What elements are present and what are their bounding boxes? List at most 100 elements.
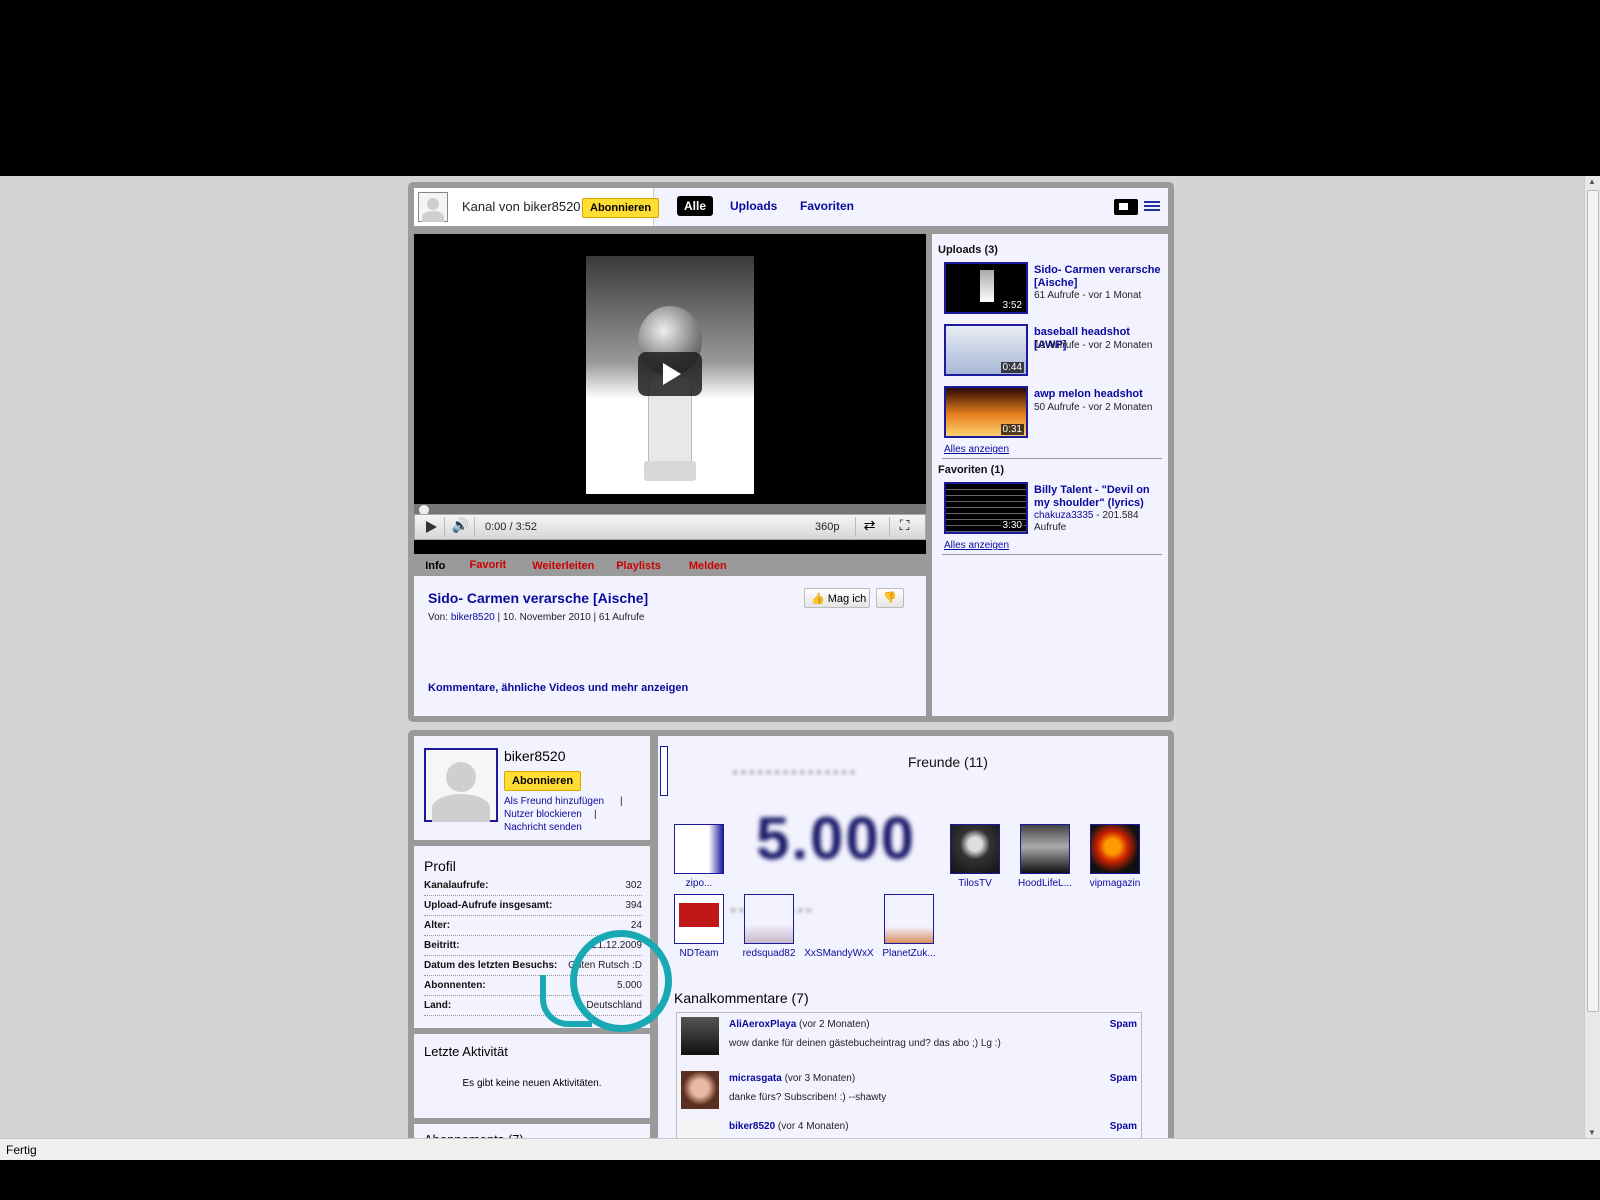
favorite-item[interactable]: 3:30 Billy Talent - "Devil on my shoulde…: [944, 482, 1162, 536]
upload-item[interactable]: 0:44 baseball headshot [AWP] 10 Aufrufe …: [944, 324, 1162, 378]
show-all-uploads-link[interactable]: Alles anzeigen: [944, 444, 1009, 455]
activity-title: Letzte Aktivität: [424, 1044, 508, 1059]
friend-thumbnail[interactable]: [674, 824, 724, 874]
comment-author-link[interactable]: biker8520: [729, 1121, 775, 1132]
volume-icon[interactable]: 🔊: [447, 517, 475, 537]
quality-selector[interactable]: 360p: [815, 521, 839, 541]
activity-box: Letzte Aktivität Es gibt keine neuen Akt…: [414, 1034, 650, 1118]
video-thumbnail[interactable]: 0:44: [944, 324, 1028, 376]
divider: [942, 554, 1162, 555]
friend-item[interactable]: vipmagazin: [1080, 824, 1150, 889]
scroll-down-icon[interactable]: ▼: [1588, 1128, 1596, 1137]
scrollbar-thumb[interactable]: [1587, 190, 1599, 1012]
tab-favorites[interactable]: Favoriten: [800, 199, 854, 213]
user-name: biker8520: [504, 748, 566, 764]
friend-item[interactable]: HoodLifeL...: [1010, 824, 1080, 889]
friend-thumbnail[interactable]: [814, 894, 864, 944]
spam-link[interactable]: Spam: [1110, 1019, 1137, 1030]
blurred-dots: ▪▪▪▪▪▪▪▪▪▪▪▪▪▪▪: [732, 762, 858, 782]
play-icon[interactable]: [417, 517, 445, 537]
video-thumbnail[interactable]: 3:52: [944, 262, 1028, 314]
more-link[interactable]: Kommentare, ähnliche Videos und mehr anz…: [428, 682, 688, 694]
tab-all[interactable]: Alle: [677, 196, 714, 216]
popout-icon[interactable]: ⇄: [855, 517, 883, 537]
player-view-icon[interactable]: [1114, 199, 1138, 215]
activity-empty-text: Es gibt keine neuen Aktivitäten.: [462, 1078, 602, 1089]
list-view-icon[interactable]: [1144, 201, 1160, 213]
comments-list[interactable]: AliAeroxPlaya (vor 2 Monaten) Spam wow d…: [676, 1012, 1142, 1156]
video-title-link[interactable]: Sido- Carmen verarsche [Aische]: [1034, 264, 1162, 290]
spam-link[interactable]: Spam: [1110, 1121, 1137, 1132]
video-title[interactable]: Sido- Carmen verarsche [Aische]: [428, 590, 648, 606]
spam-link[interactable]: Spam: [1110, 1073, 1137, 1084]
channel-avatar[interactable]: [418, 192, 448, 222]
profile-title: Profil: [424, 858, 456, 874]
friend-item[interactable]: TilosTV: [940, 824, 1010, 889]
favorite-author-link[interactable]: chakuza3335: [1034, 510, 1094, 521]
friend-thumbnail[interactable]: [1090, 824, 1140, 874]
friend-thumbnail[interactable]: [884, 894, 934, 944]
like-button[interactable]: 👍 Mag ich: [804, 588, 870, 608]
friend-thumbnail[interactable]: [950, 824, 1000, 874]
upload-item[interactable]: 3:52 Sido- Carmen verarsche [Aische] 61 …: [944, 262, 1162, 316]
channel-sidebar: Uploads (3) 3:52 Sido- Carmen verarsche …: [932, 234, 1168, 716]
status-bar: Fertig: [0, 1138, 1600, 1160]
comment-text: wow danke für deinen gästebucheintrag un…: [729, 1038, 1001, 1049]
figure-legs: [644, 461, 696, 481]
friend-item[interactable]: PlanetZuk...: [874, 894, 944, 959]
video-author-link[interactable]: biker8520: [451, 612, 495, 623]
video-title-link[interactable]: awp melon headshot: [1034, 388, 1162, 401]
comment-avatar[interactable]: [681, 1017, 719, 1055]
friend-thumbnail[interactable]: [674, 894, 724, 944]
add-friend-link[interactable]: Als Freund hinzufügen: [504, 796, 604, 807]
channel-player-panel: Kanal von biker8520 Abonnieren Alle Uplo…: [408, 182, 1174, 722]
profile-row: Upload-Aufrufe insgesamt: 394: [424, 896, 642, 916]
scroll-up-icon[interactable]: ▲: [1588, 177, 1596, 186]
video-player[interactable]: 🔊 0:00 / 3:52 360p ⇄ ⛶: [414, 234, 926, 554]
channel-header: Kanal von biker8520 Abonnieren Alle Uplo…: [414, 188, 1168, 226]
action-tabs: ℹ Info ♥ Favorit ➔ Weiterleiten ✚ Playlists …: [414, 554, 926, 574]
tab-playlists[interactable]: ✚ Playlists: [604, 559, 661, 572]
vertical-scrollbar[interactable]: ▲ ▼: [1584, 176, 1600, 1138]
annotation-circle: [570, 930, 672, 1032]
plus-icon: ✚: [604, 560, 614, 572]
send-message-link[interactable]: Nachricht senden: [504, 822, 582, 833]
tab-uploads[interactable]: Uploads: [730, 199, 777, 213]
tab-favorite[interactable]: ♥ Favorit: [460, 559, 506, 571]
user-avatar[interactable]: [424, 748, 498, 822]
comment-author-link[interactable]: micrasgata: [729, 1073, 782, 1084]
video-thumbnail[interactable]: 3:30: [944, 482, 1028, 534]
tab-report[interactable]: ⚑ Melden: [676, 559, 727, 572]
upload-item[interactable]: 0:31 awp melon headshot 50 Aufrufe - vor…: [944, 386, 1162, 440]
fullscreen-icon[interactable]: ⛶: [889, 517, 919, 537]
friends-comments-box: Freunde (11) ▪▪▪▪▪▪▪▪▪▪▪▪▪▪▪ 5.000 zipo.…: [658, 736, 1168, 1156]
play-overlay-icon[interactable]: [638, 352, 702, 396]
comment-avatar[interactable]: [681, 1071, 719, 1109]
show-all-favorites-link[interactable]: Alles anzeigen: [944, 540, 1009, 551]
thumbs-down-icon: 👎: [883, 592, 897, 604]
thumbs-up-icon: 👍: [811, 593, 825, 605]
friend-item[interactable]: XxSMandyWxX: [804, 894, 874, 959]
dislike-button[interactable]: 👎: [876, 588, 904, 608]
friend-thumbnail[interactable]: [1020, 824, 1070, 874]
friend-item[interactable]: NDTeam: [664, 894, 734, 959]
block-user-link[interactable]: Nutzer blockieren: [504, 809, 582, 820]
divider: [942, 458, 1162, 459]
friend-item[interactable]: zipo...: [664, 824, 734, 889]
video-title-link[interactable]: Billy Talent - "Devil on my shoulder" (l…: [1034, 484, 1162, 510]
friend-thumbnail[interactable]: [744, 894, 794, 944]
heart-icon: ♥: [460, 559, 467, 571]
time-display: 0:00 / 3:52: [485, 521, 537, 533]
user-subscribe-button[interactable]: Abonnieren: [504, 771, 582, 791]
progress-bar[interactable]: [414, 504, 926, 516]
favorites-heading: Favoriten (1): [938, 464, 1005, 476]
player-controls: 🔊 0:00 / 3:52 360p ⇄ ⛶: [414, 514, 926, 540]
comment-author-link[interactable]: AliAeroxPlaya: [729, 1019, 796, 1030]
friend-item[interactable]: redsquad82: [734, 894, 804, 959]
video-thumbnail[interactable]: 0:31: [944, 386, 1028, 438]
tab-info[interactable]: ℹ Info: [418, 559, 445, 572]
tab-share[interactable]: ➔ Weiterleiten: [520, 559, 594, 572]
channel-subscribe-button[interactable]: Abonnieren: [582, 198, 660, 218]
video-meta: Von: biker8520 | 10. November 2010 | 61 …: [428, 612, 645, 623]
channel-tab[interactable]: Kanal von biker8520 Abonnieren: [414, 188, 660, 226]
